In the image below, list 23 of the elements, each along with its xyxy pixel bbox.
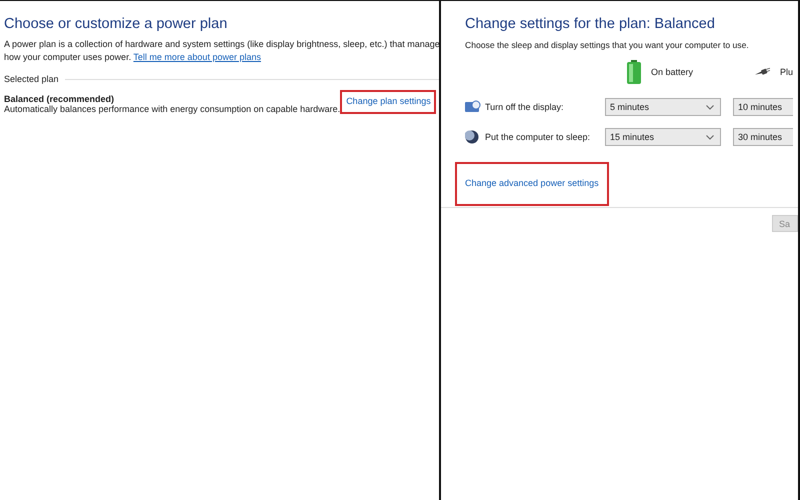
moon-icon (465, 130, 479, 144)
change-plan-settings-link[interactable]: Change plan settings (340, 90, 436, 114)
chevron-down-icon (706, 134, 714, 140)
description-text: Choose the sleep and display settings that you want your computer to use. (465, 40, 750, 50)
dropdown[interactable]: 5 minutes (605, 98, 721, 116)
page-title: Change settings for the plan: Balanced (465, 16, 716, 32)
dropdown[interactable]: 15 minutes (605, 128, 721, 146)
section-label: Selected plan (4, 74, 59, 84)
description-text: A power plan is a collection of hardware and system settings (like display brightness, sleep, etc.) that manage how your computer uses power. Tell me more about power plans (4, 38, 439, 64)
dropdown[interactable]: 30 minutes (733, 128, 793, 146)
plan-name: Balanced (recommended) (4, 94, 116, 104)
battery-icon (627, 60, 641, 84)
advanced-settings-link[interactable]: Change advanced power settings (455, 162, 609, 206)
plan-description: Automatically balances performance with energy consumption on capable hardware. (4, 104, 340, 114)
setting-label: Put the computer to sleep: (485, 132, 592, 142)
dropdown[interactable]: 10 minutes (733, 98, 793, 116)
column-label: Plu (780, 67, 793, 77)
page-title: Choose or customize a power plan (4, 16, 228, 32)
help-link[interactable]: Tell me more about power plans (133, 52, 261, 62)
monitor-clock-icon (465, 100, 481, 114)
column-label: On battery (651, 67, 694, 77)
chevron-down-icon (706, 104, 714, 110)
setting-label: Turn off the display: (485, 102, 565, 112)
